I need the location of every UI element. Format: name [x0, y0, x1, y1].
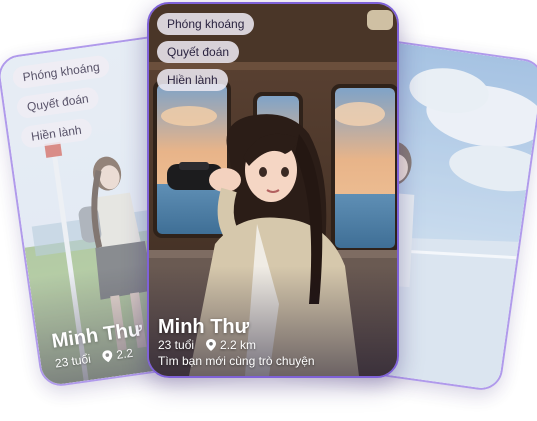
profile-card-center[interactable]: Phóng khoáng Quyết đoán Hiền lành Minh T…	[147, 2, 399, 378]
profile-meta: 23 tuổi 2.2 km	[158, 338, 256, 352]
profile-distance: 2.2 km	[220, 338, 257, 352]
profile-name: Minh Thư	[158, 316, 250, 338]
profile-distance: 2.2	[115, 345, 134, 362]
map-pin-icon	[206, 339, 217, 351]
profile-age: 23 tuổi	[158, 338, 195, 352]
tag-hien-lanh: Hiền lành	[157, 69, 228, 91]
tag-phong-khoang: Phóng khoáng	[157, 13, 255, 35]
tag-quyet-doan: Quyết đoán	[157, 41, 240, 63]
map-pin-icon	[102, 350, 113, 363]
profile-card-stack: Phóng khoáng Quyết đoán Hiền lành Minh T…	[0, 0, 537, 421]
profile-bio: Tìm bạn mới cùng trò chuyện	[158, 354, 315, 368]
